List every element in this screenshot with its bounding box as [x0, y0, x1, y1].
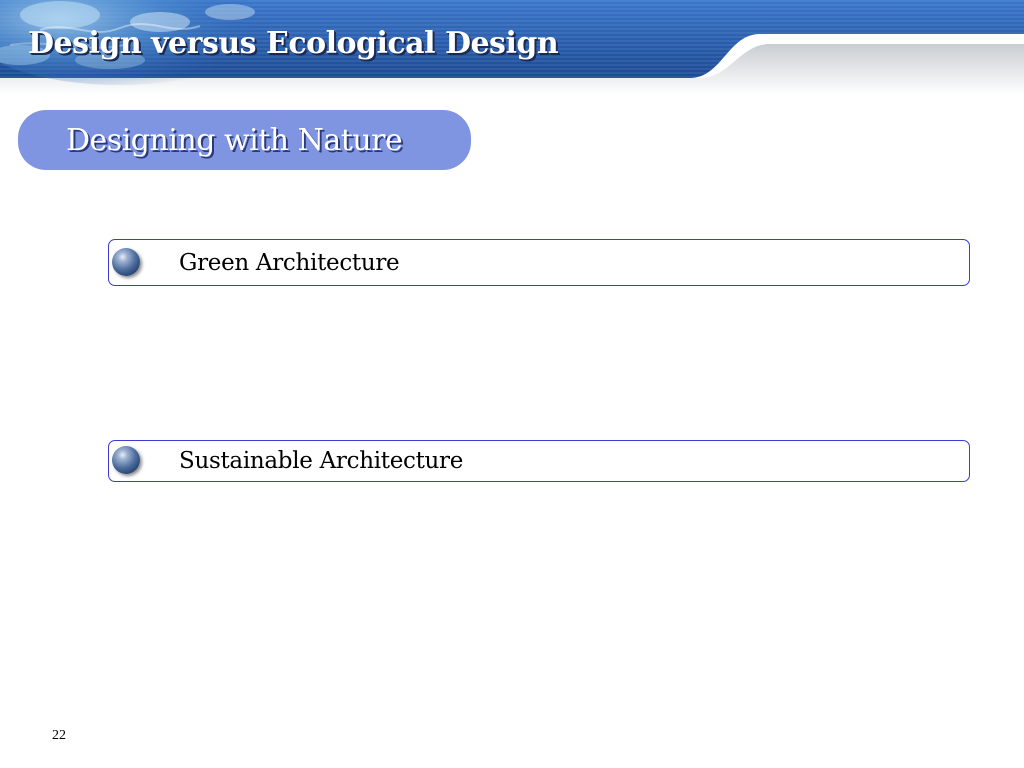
slide-subtitle: Designing with Nature: [66, 123, 403, 158]
bullet-label: Green Architecture: [179, 249, 400, 276]
bullet-item-sustainable-architecture: Sustainable Architecture: [108, 440, 970, 482]
slide-title: Design versus Ecological Design: [28, 26, 559, 61]
page-number: 22: [52, 728, 66, 743]
slide: Design versus Ecological Design Designin…: [0, 0, 1024, 768]
blue-orb-icon: [112, 446, 140, 474]
bullet-item-green-architecture: Green Architecture: [108, 239, 970, 286]
bullet-label: Sustainable Architecture: [179, 448, 464, 474]
blue-orb-icon: [112, 247, 140, 276]
